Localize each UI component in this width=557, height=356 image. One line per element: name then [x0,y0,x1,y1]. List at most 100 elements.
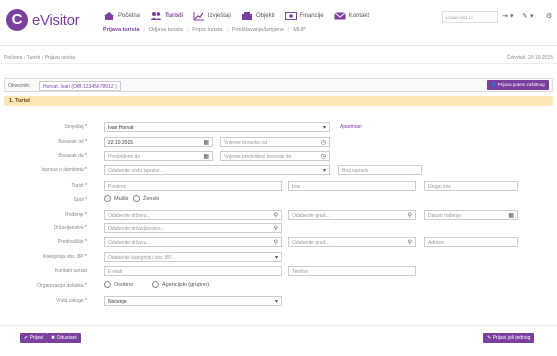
datum-rodjenja-input[interactable]: Datum rođenja ▦ [424,210,518,220]
building-icon [241,12,252,20]
drzavljanstvo-label: Državljanstvo * [53,225,87,231]
spol-label: Spol * [73,197,87,203]
search-icon: ⚲ [273,213,278,219]
subnav-prijava[interactable]: Prijava turista [103,27,139,33]
rodjenje-grad-select[interactable]: Odaberite grad... ⚲ [288,210,416,220]
organizacija-label: Organizacija dolaska * [37,283,87,289]
dropdown-arrow-icon: ▾ [274,255,278,261]
spol-zenski-radio[interactable]: Ženski [133,195,159,202]
prebivaliste-drzava-select[interactable]: Odaberite državu... ⚲ [104,237,282,247]
money-icon [284,12,297,20]
drugo-ime-input[interactable]: Drugo ime [424,181,518,191]
odustani-button[interactable]: ✖ Odustani [47,333,81,343]
nav-item-pocetna[interactable]: Početna [103,8,140,24]
spol-muski-radio[interactable]: Muški [104,195,128,202]
logo-text: eVisitor [32,11,80,29]
odustani-label: Odustani [56,335,77,341]
objekt-select[interactable]: Ivan Horvat ▾ [104,122,330,132]
rodjenje-drzava-select[interactable]: Odaberite državu... ⚲ [104,210,282,220]
nav-item-objekti[interactable]: Objekti [241,8,275,24]
nav-item-kontakt[interactable]: Kontakt [333,8,369,24]
close-icon: ✖ [51,335,56,341]
nav-item-financije[interactable]: Financije [284,8,324,24]
prebivaliste-label: Prebivalište * [57,239,87,245]
usluga-label: Vrsta usluge * [56,298,87,304]
telefon-input[interactable]: Telefon [288,266,416,276]
form-footer [0,325,557,356]
account-selector[interactable]: 1234567890 12 [442,11,498,23]
usluga-select[interactable]: Noćenje ▾ [104,296,282,306]
doc-scan-label: Prijava putem zaštitnog [497,82,545,87]
logo[interactable]: C eVisitor [6,9,80,31]
search-icon: ⚲ [407,240,412,246]
adresa-input[interactable]: Adresa [424,237,518,247]
taxpayer-name[interactable]: Horvat, Ivan (OIB:12345678912 ) [39,81,121,91]
nav-item-label: Početna [118,13,141,19]
turist-label: Turist * [71,183,87,189]
nav-item-label: Financije [299,13,324,19]
prijava-label: Prijavi [29,335,44,341]
taxpayer-bar: Obveznik: Horvat, Ivan (OIB:12345678912 … [4,78,553,92]
prezime-input[interactable]: Prezime [104,181,282,191]
search-icon: ⚲ [273,240,278,246]
nav-item-turisti[interactable]: Turisti [150,8,183,24]
subnav-ponistavanje[interactable]: Poništavanje/ismjene [232,27,284,33]
boravak-od-date[interactable]: 22.10.2015 ▦ [104,137,213,147]
drzavljanstvo-select[interactable]: Odaberite državljanstvo... ⚲ [104,223,282,233]
broj-isprave-input[interactable]: Broj isprave [338,165,422,175]
subnav-popis[interactable]: Popis turista [192,27,222,33]
mail-icon [333,12,346,20]
doc-scan-button[interactable]: 👤 Prijava putem zaštitnog [487,80,549,90]
house-icon [104,12,114,20]
kategorija-label: Kategorija obv. BP * [42,254,87,260]
organizacija-osobno-radio[interactable]: Osobno [104,281,133,288]
isprava-label: Isprava o identitetu * [41,167,87,173]
kategorija-select[interactable]: Odaberite kategoriju obv. BP... ▾ [104,252,282,262]
prijavi-jos-button[interactable]: ✎ Prijavi još jednog [483,333,535,343]
nav-item-label: Turisti [165,13,183,19]
boravak-do-time[interactable]: Vrijeme predviđeni boravak do ◷ [220,151,330,161]
nav-item-label: Objekti [255,13,275,19]
dropdown-arrow-icon: ▾ [274,299,278,305]
logo-mark: C [6,9,28,31]
taxpayer-label: Obveznik: [8,83,31,89]
objekt-type-label: Apartman [340,124,362,130]
prijava-button[interactable]: ✔ Prijavi [20,333,48,343]
boravak-do-date[interactable]: Predviđeno do ▦ [104,151,213,161]
boravak-od-time[interactable]: Vrijeme boravka od ◷ [220,137,330,147]
prijavi-jos-label: Prijavi još jednog [492,335,531,341]
top-navigation-bar: C eVisitor Početna Turisti Izvještaji Ob… [0,0,557,46]
dropdown-arrow-icon: ▾ [322,125,326,131]
email-input[interactable]: E-mail [104,266,282,276]
breadcrumb-path[interactable]: Početna › Turisti › Prijava turista [4,55,75,61]
calendar-icon: ▦ [203,154,209,160]
subnav-odjava[interactable]: Odjava turista [149,27,183,33]
objekt-label: Smještaj * [64,124,87,130]
search-icon: ⚲ [407,213,412,219]
clock-icon: ◷ [320,140,326,146]
prebivaliste-grad-select[interactable]: Odaberite grad... ⚲ [288,237,416,247]
dropdown-arrow-icon: ▾ [322,168,326,174]
nav-item-label: Izvještaji [207,13,231,19]
subnav-separator: | [186,27,189,33]
kontakt-label: Kontakt turista [55,268,87,274]
check-icon: ✔ [24,335,29,341]
nav-item-label: Kontakt [348,13,369,19]
section-title: 1. Turist [4,96,553,106]
chevron-down-icon[interactable]: ▾ [510,12,514,20]
ime-input[interactable]: Ime [288,181,416,191]
settings-icon[interactable]: ⚙ [546,12,552,20]
clock-icon: ◷ [320,154,326,160]
nav-item-izvjestaji[interactable]: Izvještaji [193,8,231,24]
subnav-mup[interactable]: MUP [293,27,305,33]
subnav-separator: | [287,27,290,33]
isprava-select[interactable]: Odaberite vrstu isprave... ▾ [104,165,330,175]
subnav-separator: | [226,27,228,33]
tools-icon[interactable]: ✎ [522,12,528,20]
subnav-separator: | [143,27,145,33]
rodjenje-label: Rođenje * [65,212,87,218]
organizacija-agencija-radio[interactable]: Agencijski (grupno) [152,281,209,288]
calendar-icon: ▦ [508,213,514,219]
chevron-down-icon[interactable]: ▾ [530,12,534,20]
logout-icon[interactable]: ⇥ [502,12,508,20]
